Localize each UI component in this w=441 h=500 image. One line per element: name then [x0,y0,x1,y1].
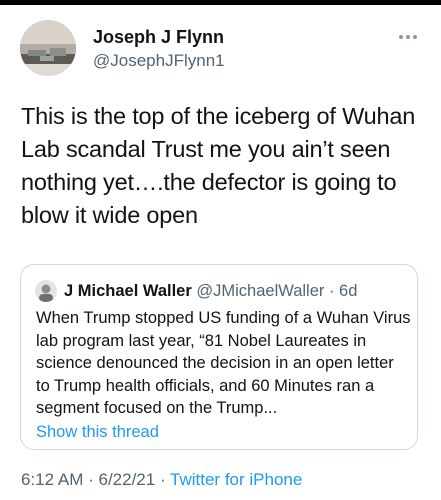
author-avatar[interactable] [20,20,76,76]
quoted-tweet-age[interactable]: 6d [339,282,357,300]
quoted-tweet-card[interactable]: J Michael Waller @JMichaelWaller · 6d Wh… [20,264,418,450]
quoted-tweet-header: J Michael Waller @JMichaelWaller · 6d [64,280,357,302]
show-thread-link[interactable]: Show this thread [36,421,159,443]
tweet-source-link[interactable]: Twitter for iPhone [170,470,302,489]
quoted-author-avatar[interactable] [35,280,57,302]
tweet-text: This is the top of the iceberg of Wuhan … [21,103,416,228]
quoted-author-handle[interactable]: @JMichaelWaller [196,282,324,300]
top-edge-bar [0,0,441,5]
tweet-time[interactable]: 6:12 AM [21,470,83,489]
quoted-author-name[interactable]: J Michael Waller [64,282,192,300]
avatar-photo [20,20,76,76]
tweet-date[interactable]: 6/22/21 [98,470,155,489]
meta-separator: · [155,470,171,489]
quoted-avatar-photo [35,280,57,302]
author-handle[interactable]: @JosephJFlynn1 [93,50,225,72]
quoted-tweet-text: When Trump stopped US funding of a Wuhan… [36,309,411,417]
meta-separator: · [83,470,99,489]
author-name[interactable]: Joseph J Flynn [93,26,224,48]
quoted-header-separator: · [324,282,340,300]
more-horizontal-icon[interactable] [399,30,423,44]
tweet-metadata: 6:12 AM · 6/22/21 · Twitter for iPhone [21,469,302,491]
